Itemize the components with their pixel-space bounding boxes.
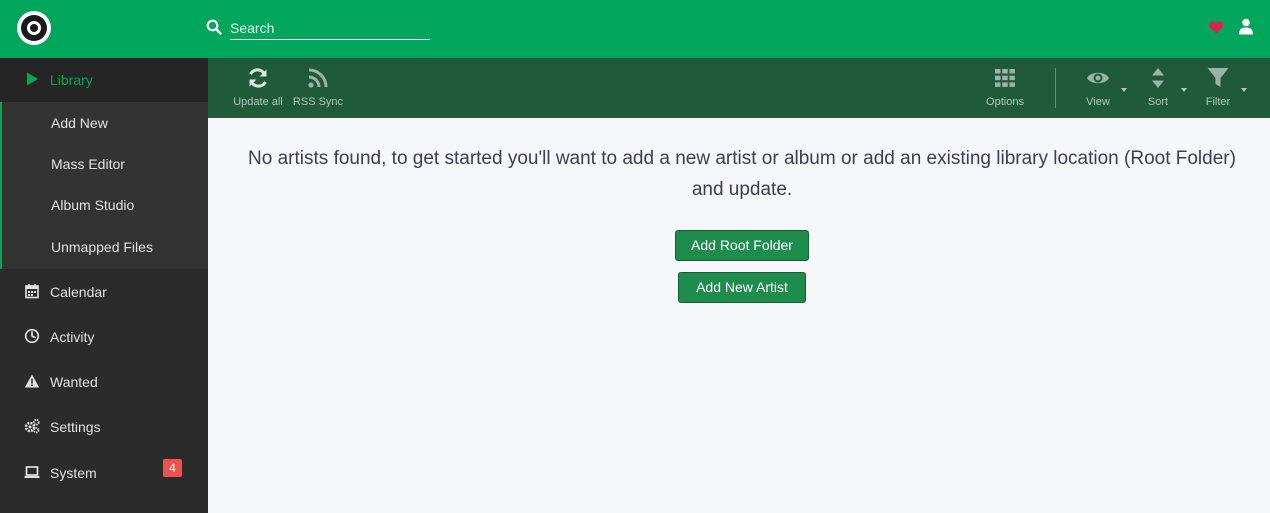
options-button[interactable]: Options xyxy=(980,58,1030,118)
sort-label: Sort xyxy=(1147,96,1169,108)
sort-caret xyxy=(1181,88,1187,92)
sidebar-item-settings[interactable]: Settings xyxy=(0,405,208,449)
view-caret xyxy=(1121,88,1127,92)
add-root-folder-button[interactable]: Add Root Folder xyxy=(675,230,809,261)
sidebar-subitem-unmapped-files[interactable]: Unmapped Files xyxy=(0,227,206,268)
sidebar-item-label: Wanted xyxy=(50,374,98,390)
main-content: No artists found, to get started you'll … xyxy=(208,118,1270,513)
view-label: View xyxy=(1086,96,1110,108)
sidebar-item-label: Library xyxy=(50,72,93,88)
eye-icon xyxy=(1087,72,1109,84)
rss-icon xyxy=(308,68,328,88)
lidarr-logo[interactable] xyxy=(17,11,51,45)
sidebar-subitem-label: Add New xyxy=(51,115,108,131)
sidebar-subitem-album-studio[interactable]: Album Studio xyxy=(0,185,206,226)
laptop-icon xyxy=(24,466,40,478)
sidebar-subitem-label: Mass Editor xyxy=(51,156,125,172)
sidebar-subitem-add-new[interactable]: Add New xyxy=(0,103,206,144)
sidebar-subitem-label: Album Studio xyxy=(51,197,135,213)
warning-icon xyxy=(24,374,40,388)
sidebar-subitem-mass-editor[interactable]: Mass Editor xyxy=(0,144,206,185)
page-toolbar: Update all RSS Sync Options View Sort Fi… xyxy=(208,58,1270,118)
sidebar-item-activity[interactable]: Activity xyxy=(0,315,208,359)
sidebar-item-wanted[interactable]: Wanted xyxy=(0,360,208,404)
toolbar-separator xyxy=(1055,68,1056,108)
grid-icon xyxy=(995,69,1015,87)
options-label: Options xyxy=(986,96,1024,108)
sidebar-item-label: System xyxy=(50,465,97,481)
sidebar-subitem-label: Unmapped Files xyxy=(51,239,153,255)
sort-button[interactable]: Sort xyxy=(1138,58,1187,118)
add-new-artist-button[interactable]: Add New Artist xyxy=(678,272,806,303)
calendar-icon xyxy=(25,284,39,299)
sidebar-item-calendar[interactable]: Calendar xyxy=(0,270,208,314)
search-input[interactable] xyxy=(230,17,430,40)
status-badge: 4 xyxy=(163,459,182,477)
heart-icon[interactable] xyxy=(1208,19,1224,35)
logo-inner xyxy=(27,21,41,35)
refresh-icon xyxy=(249,68,267,88)
sidebar-item-label: Activity xyxy=(50,329,95,345)
cogs-icon xyxy=(24,419,40,434)
view-button[interactable]: View xyxy=(1078,58,1127,118)
user-icon[interactable] xyxy=(1238,18,1254,35)
empty-state-message: No artists found, to get started you'll … xyxy=(248,148,1236,200)
filter-label: Filter xyxy=(1205,96,1231,108)
top-header xyxy=(0,0,1270,58)
filter-icon xyxy=(1207,68,1229,87)
play-icon xyxy=(27,72,38,86)
sidebar-item-system[interactable]: System 4 xyxy=(0,451,208,495)
rss-sync-button[interactable]: RSS Sync xyxy=(292,58,344,118)
filter-button[interactable]: Filter xyxy=(1198,58,1247,118)
update-all-button[interactable]: Update all xyxy=(228,58,288,118)
update-all-label: Update all xyxy=(233,96,283,108)
sidebar: Library Add New Mass Editor Album Studio… xyxy=(0,58,208,513)
sidebar-item-label: Calendar xyxy=(50,284,107,300)
sidebar-item-library[interactable]: Library xyxy=(0,58,208,102)
filter-caret xyxy=(1241,88,1247,92)
rss-sync-label: RSS Sync xyxy=(292,96,344,108)
sidebar-item-label: Settings xyxy=(50,419,101,435)
sort-icon xyxy=(1152,68,1164,88)
clock-icon xyxy=(24,328,40,344)
search-icon xyxy=(206,19,222,35)
